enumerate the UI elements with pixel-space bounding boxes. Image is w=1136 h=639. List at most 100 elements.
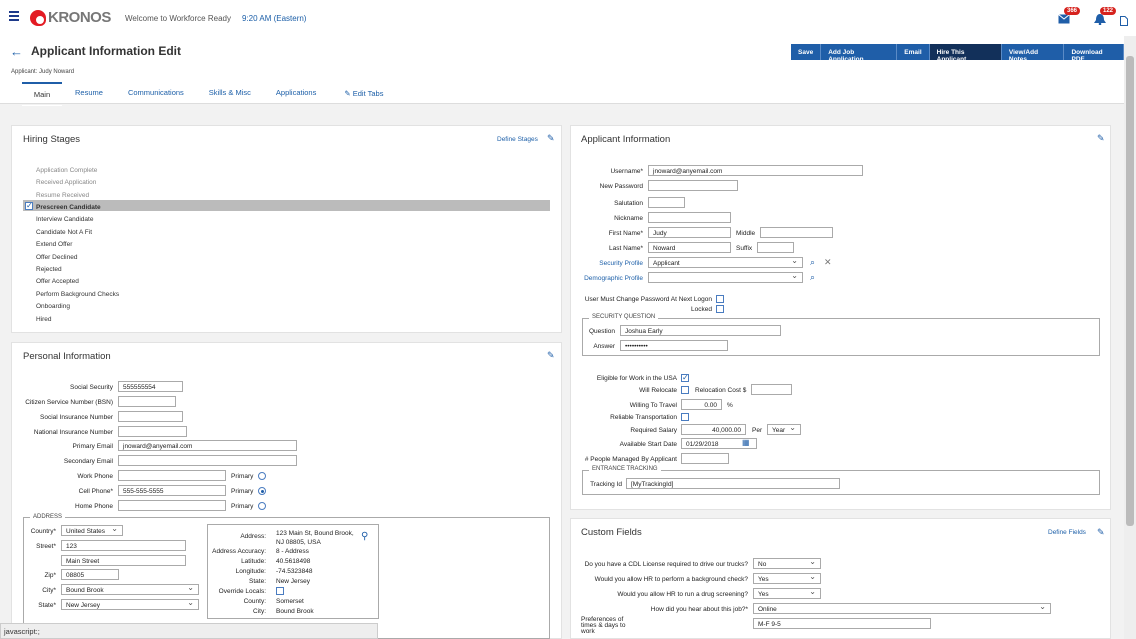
tab-skills[interactable]: Skills & Misc: [209, 82, 251, 106]
pin-icon[interactable]: ✎: [1097, 527, 1105, 538]
state-select[interactable]: New Jersey: [61, 599, 199, 610]
demographic-profile-select[interactable]: [648, 272, 803, 283]
map-pin-icon[interactable]: ⚲: [361, 531, 368, 542]
state-label: State*: [38, 602, 56, 609]
travel-input[interactable]: 0.00: [681, 399, 722, 410]
work-phone-label: Work Phone: [77, 473, 113, 480]
per-label: Per: [752, 427, 763, 434]
sin-input[interactable]: [118, 411, 183, 422]
lookup-icon[interactable]: ⌕: [810, 257, 815, 268]
stage-item[interactable]: Offer Declined: [36, 254, 77, 261]
last-name-input[interactable]: Noward: [648, 242, 731, 253]
bell-icon[interactable]: 122: [1094, 7, 1117, 26]
geo-address-label: Address:: [240, 533, 266, 540]
background-select[interactable]: Yes: [753, 573, 821, 584]
stage-item[interactable]: Prescreen Candidate: [36, 204, 101, 211]
override-locals-checkbox[interactable]: [276, 587, 284, 595]
mail-icon[interactable]: 366: [1058, 7, 1081, 24]
eligible-checkbox[interactable]: [681, 373, 689, 382]
tab-edit-tabs[interactable]: ✎ Edit Tabs: [344, 82, 383, 106]
demographic-profile-link[interactable]: Demographic Profile: [570, 275, 643, 282]
stage-item[interactable]: Hired: [36, 316, 52, 323]
document-icon[interactable]: [1120, 16, 1132, 26]
clear-icon[interactable]: ✕: [824, 257, 832, 268]
street2-input[interactable]: Main Street: [61, 555, 186, 566]
add-job-application-button[interactable]: Add Job Application: [821, 44, 898, 63]
password-input[interactable]: [648, 180, 738, 191]
cell-phone-input[interactable]: 555-555-5555: [118, 485, 226, 496]
stage-item[interactable]: Perform Background Checks: [36, 291, 119, 298]
stage-item[interactable]: Extend Offer: [36, 241, 72, 248]
secondary-email-input[interactable]: [118, 455, 297, 466]
cdl-select[interactable]: No: [753, 558, 821, 569]
kronos-logo[interactable]: KRONOS: [30, 9, 111, 26]
stage-item[interactable]: Received Application: [36, 179, 96, 186]
tab-applications[interactable]: Applications: [276, 82, 316, 106]
save-button[interactable]: Save: [791, 44, 822, 60]
must-change-checkbox[interactable]: [716, 295, 724, 303]
stage-item[interactable]: Application Complete: [36, 167, 97, 174]
tracking-id-input[interactable]: [MyTrackingId]: [626, 478, 840, 489]
stage-item[interactable]: Offer Accepted: [36, 278, 79, 285]
tab-communications[interactable]: Communications: [128, 82, 184, 106]
pin-icon[interactable]: ✎: [547, 133, 555, 144]
cell-primary-radio[interactable]: [258, 487, 266, 495]
lookup-icon[interactable]: ⌕: [810, 272, 815, 283]
first-name-label: First Name*: [608, 230, 643, 237]
define-stages-link[interactable]: Define Stages: [497, 136, 538, 143]
zip-input[interactable]: 08805: [61, 569, 119, 580]
view-notes-button[interactable]: View/Add Notes: [1001, 44, 1065, 63]
nickname-input[interactable]: [648, 212, 731, 223]
per-select[interactable]: Year: [767, 424, 801, 435]
tab-main[interactable]: Main: [22, 82, 62, 106]
username-input[interactable]: jnoward@anyemail.com: [648, 165, 863, 176]
define-fields-link[interactable]: Define Fields: [1048, 529, 1086, 536]
security-profile-select[interactable]: Applicant: [648, 257, 803, 268]
country-select[interactable]: United States: [61, 525, 123, 536]
home-primary-radio[interactable]: [258, 502, 266, 510]
transport-checkbox[interactable]: [681, 413, 689, 421]
scrollbar[interactable]: [1124, 36, 1136, 639]
bsn-input[interactable]: [118, 396, 176, 407]
stage-checkbox[interactable]: [25, 201, 33, 210]
drug-select[interactable]: Yes: [753, 588, 821, 599]
middle-input[interactable]: [760, 227, 833, 238]
email-button[interactable]: Email: [897, 44, 930, 60]
answer-input[interactable]: ••••••••••: [620, 340, 728, 351]
hire-applicant-button[interactable]: Hire This Applicant: [929, 44, 1002, 63]
street1-input[interactable]: 123: [61, 540, 186, 551]
stage-item[interactable]: Candidate Not A Fit: [36, 229, 92, 236]
salutation-input[interactable]: [648, 197, 685, 208]
back-arrow-icon[interactable]: ←: [10, 44, 23, 59]
relocation-cost-input[interactable]: [751, 384, 792, 395]
city-select[interactable]: Bound Brook: [61, 584, 199, 595]
home-phone-input[interactable]: [118, 500, 226, 511]
stage-item[interactable]: Interview Candidate: [36, 216, 93, 223]
relocate-checkbox[interactable]: [681, 386, 689, 394]
first-name-input[interactable]: Judy: [648, 227, 731, 238]
nin-input[interactable]: [118, 426, 187, 437]
hear-select[interactable]: Online: [753, 603, 1051, 614]
question-input[interactable]: Joshua Early: [620, 325, 781, 336]
salary-input[interactable]: 40,000.00: [681, 424, 746, 435]
stage-item[interactable]: Resume Received: [36, 192, 89, 199]
work-primary-radio[interactable]: [258, 472, 266, 480]
zip-label: Zip*: [44, 572, 56, 579]
ssn-input[interactable]: 555555554: [118, 381, 183, 392]
tab-resume[interactable]: Resume: [75, 82, 103, 106]
work-phone-input[interactable]: [118, 470, 226, 481]
menu-icon[interactable]: [9, 11, 19, 21]
primary-email-input[interactable]: jnoward@anyemail.com: [118, 440, 297, 451]
pin-icon[interactable]: ✎: [547, 350, 555, 361]
security-profile-link[interactable]: Security Profile: [570, 260, 643, 267]
page-title: Applicant Information Edit: [31, 44, 181, 58]
suffix-input[interactable]: [757, 242, 794, 253]
managed-input[interactable]: [681, 453, 729, 464]
stage-item[interactable]: Rejected: [36, 266, 62, 273]
locked-checkbox[interactable]: [716, 305, 724, 313]
pin-icon[interactable]: ✎: [1097, 133, 1105, 144]
stage-item[interactable]: Onboarding: [36, 303, 70, 310]
preferences-input[interactable]: M-F 9-5: [753, 618, 931, 629]
download-pdf-button[interactable]: Download PDF: [1064, 44, 1124, 63]
calendar-icon[interactable]: ▦: [742, 438, 750, 447]
